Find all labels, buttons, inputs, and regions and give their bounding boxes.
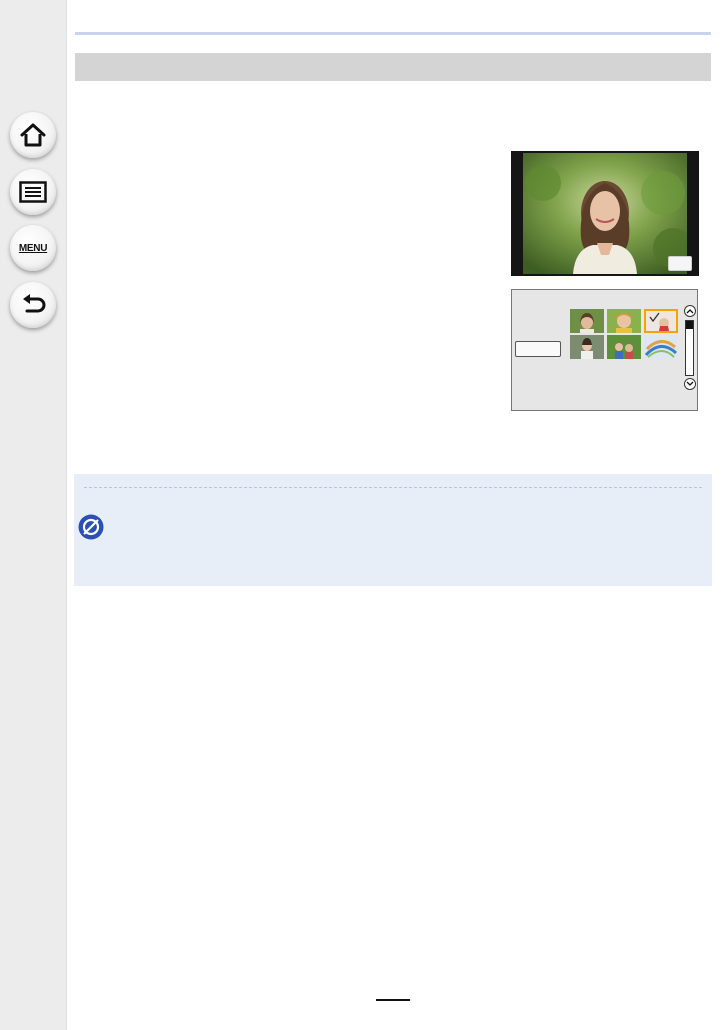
scroll-up-button xyxy=(684,305,696,317)
playback-screen-figure xyxy=(511,151,699,276)
thumbnail-2 xyxy=(607,309,641,333)
note-divider xyxy=(84,487,702,488)
contents-button[interactable] xyxy=(10,169,56,215)
note-box xyxy=(74,474,712,586)
chevron-up-icon xyxy=(686,309,694,314)
thumbnail-4 xyxy=(570,335,604,359)
portrait-photo xyxy=(523,153,687,274)
menu-button[interactable]: MENU xyxy=(10,225,56,271)
home-button[interactable] xyxy=(10,112,56,158)
section-header-bar xyxy=(75,53,711,81)
thumbnail-6 xyxy=(644,335,678,359)
list-icon xyxy=(19,181,47,203)
thumbnail-1 xyxy=(570,309,604,333)
ok-button-overlay xyxy=(668,256,692,271)
image-selection-screen-figure xyxy=(511,289,698,411)
back-arrow-icon xyxy=(23,294,46,313)
back-button[interactable] xyxy=(10,282,56,328)
thumbnail-5 xyxy=(607,335,641,359)
header-rule xyxy=(75,32,711,35)
set-button-field xyxy=(515,341,561,357)
sidebar-navigation: MENU xyxy=(0,0,67,1030)
menu-icon: MENU xyxy=(18,242,48,254)
home-icon xyxy=(20,123,46,147)
scrollbar-track xyxy=(685,320,694,376)
scroll-down-button xyxy=(684,378,696,390)
not-available-icon xyxy=(78,514,104,540)
chevron-down-icon xyxy=(686,381,694,386)
thumbnail-3-selected xyxy=(644,309,678,333)
scrollbar-thumb xyxy=(686,321,693,329)
page-number xyxy=(376,998,410,1012)
